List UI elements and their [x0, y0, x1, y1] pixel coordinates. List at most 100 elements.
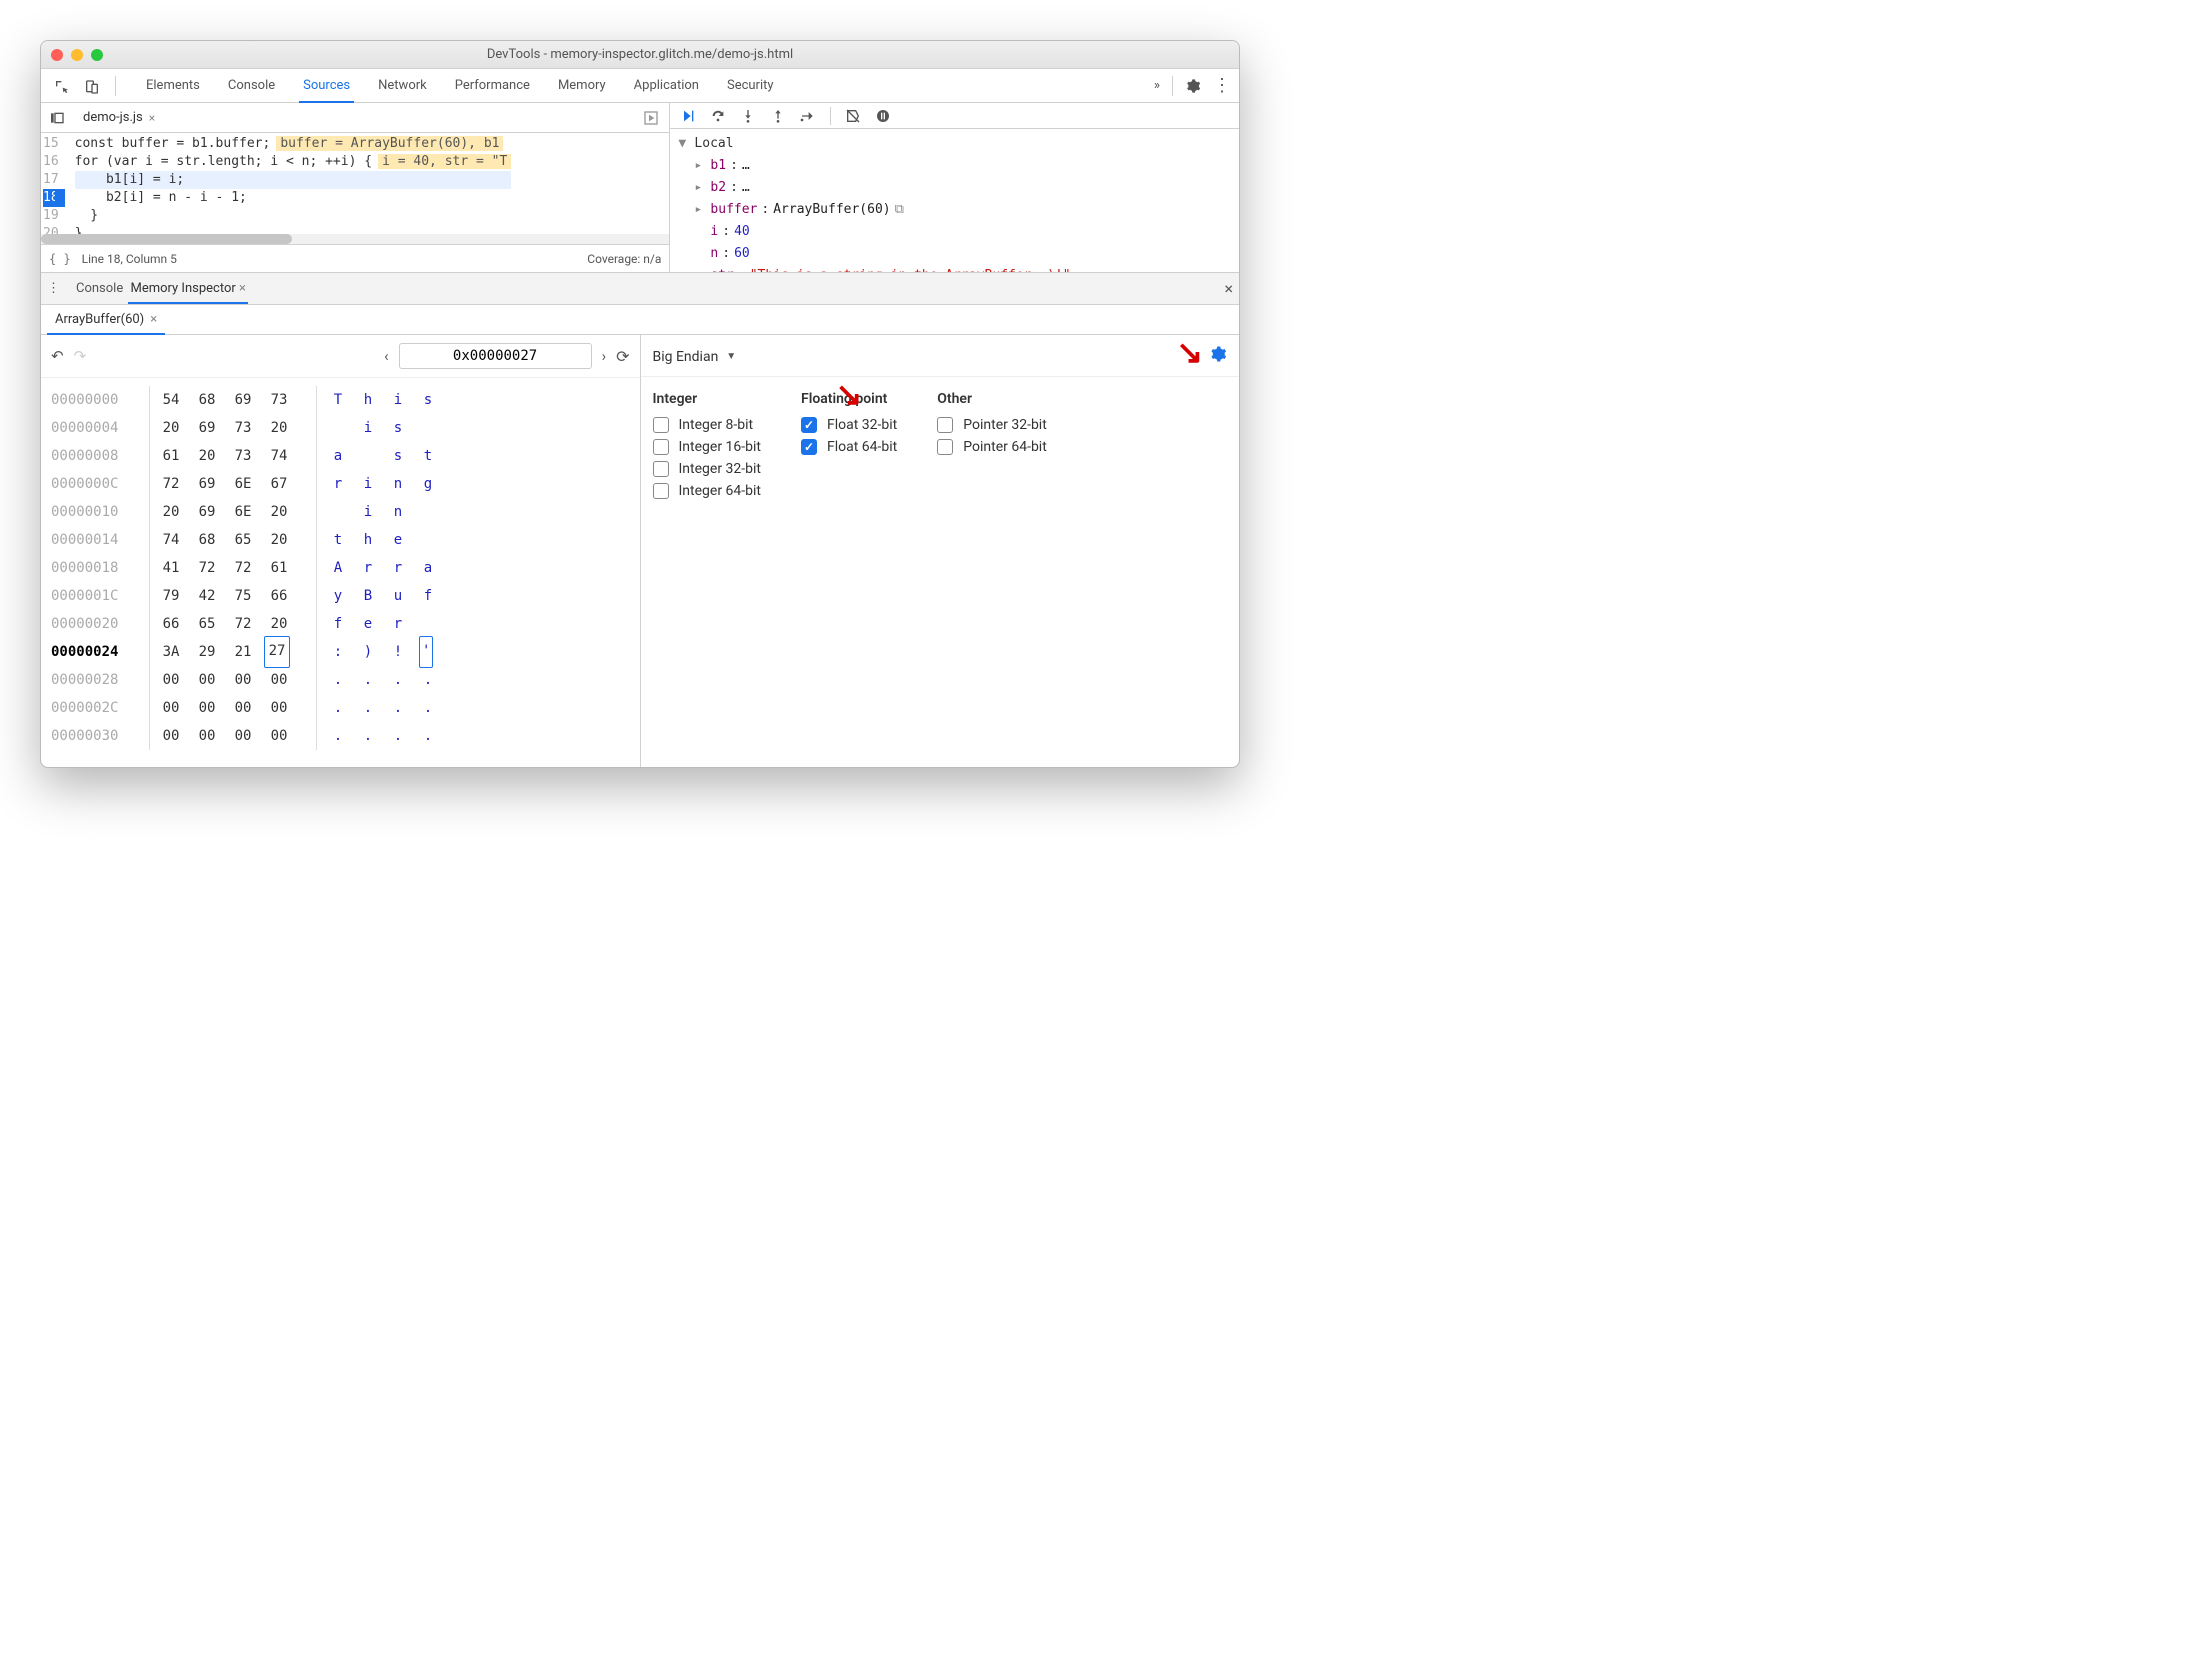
scope-var-b2[interactable]: ▸b2: …: [678, 177, 1239, 199]
panel-tab-application[interactable]: Application: [630, 70, 703, 102]
close-tab-icon[interactable]: ×: [149, 111, 155, 125]
panel-tab-console[interactable]: Console: [224, 70, 279, 102]
hex-row[interactable]: 0000001474686520the: [51, 526, 630, 554]
panel-tab-security[interactable]: Security: [723, 70, 778, 102]
settings-gear-icon[interactable]: [1185, 78, 1201, 94]
address-input[interactable]: [399, 343, 592, 369]
resume-script-icon[interactable]: [680, 108, 696, 124]
scope-variables[interactable]: ▼Local▸b1: …▸b2: …▸buffer: ArrayBuffer(6…: [670, 129, 1239, 272]
value-type-integer-16-bit[interactable]: Integer 16-bit: [653, 439, 762, 455]
pretty-print-icon[interactable]: { }: [49, 252, 71, 266]
overflow-panels-icon[interactable]: »: [1154, 78, 1160, 93]
memory-inspector-body: ↶ ↷ ‹ › ⟳ 0000000054686973This0000000420…: [41, 335, 1239, 767]
hex-row[interactable]: 000000243A292127:)!': [51, 638, 630, 666]
step-over-icon[interactable]: [710, 108, 726, 124]
checkbox-icon[interactable]: [937, 439, 953, 455]
value-interpreter-panel: ↘ Big Endian ▼ ↘ IntegerInteger 8-bitInt…: [641, 335, 1240, 767]
memory-inspector-buffer-tab[interactable]: ArrayBuffer(60) ×: [47, 306, 165, 335]
annotation-arrow-gear: ↘: [1176, 333, 1203, 371]
file-tab-label: demo-js.js: [83, 110, 143, 125]
scope-var-b1[interactable]: ▸b1: …: [678, 155, 1239, 177]
value-types-gear-icon[interactable]: [1209, 345, 1227, 368]
hex-row[interactable]: 0000001020696E20 in: [51, 498, 630, 526]
minimize-window-button[interactable]: [71, 49, 83, 61]
value-type-integer-8-bit[interactable]: Integer 8-bit: [653, 417, 762, 433]
hex-row[interactable]: 0000002066657220fer: [51, 610, 630, 638]
window-title: DevTools - memory-inspector.glitch.me/de…: [487, 47, 793, 62]
checkbox-icon[interactable]: [653, 483, 669, 499]
devtools-window: DevTools - memory-inspector.glitch.me/de…: [40, 40, 1240, 768]
value-type-pointer-32-bit[interactable]: Pointer 32-bit: [937, 417, 1047, 433]
hex-row[interactable]: 0000002C00000000....: [51, 694, 630, 722]
hex-row[interactable]: 0000000420697320 is: [51, 414, 630, 442]
checkbox-icon[interactable]: [653, 439, 669, 455]
drawer-tabbar: ⋮ Console Memory Inspector × ×: [41, 273, 1239, 305]
history-forward-icon[interactable]: ↷: [74, 347, 87, 365]
step-into-icon[interactable]: [740, 108, 756, 124]
value-type-settings: IntegerInteger 8-bitInteger 16-bitIntege…: [641, 377, 1240, 519]
file-navigator-icon[interactable]: [45, 110, 69, 126]
hex-row[interactable]: 0000000054686973This: [51, 386, 630, 414]
drawer-tab-console[interactable]: Console: [74, 275, 125, 302]
panel-tab-sources[interactable]: Sources: [299, 70, 354, 103]
hex-row[interactable]: 0000000C72696E67ring: [51, 470, 630, 498]
panel-tab-performance[interactable]: Performance: [451, 70, 534, 102]
memory-hex-panel: ↶ ↷ ‹ › ⟳ 0000000054686973This0000000420…: [41, 335, 641, 767]
titlebar: DevTools - memory-inspector.glitch.me/de…: [41, 41, 1239, 69]
editor-file-tab[interactable]: demo-js.js ×: [75, 106, 163, 129]
address-next-icon[interactable]: ›: [602, 347, 607, 365]
close-drawer-icon[interactable]: ×: [1224, 279, 1233, 298]
scope-var-buffer[interactable]: ▸buffer: ArrayBuffer(60) ⧉: [678, 199, 1239, 221]
panel-tab-memory[interactable]: Memory: [554, 70, 610, 102]
scope-var-str[interactable]: str: "This is a string in the ArrayBuffe…: [678, 265, 1239, 272]
panel-tab-elements[interactable]: Elements: [142, 70, 204, 102]
editor-pane: demo-js.js × 15161718192021 const buffer…: [41, 103, 670, 272]
value-type-float-32-bit[interactable]: Float 32-bit: [801, 417, 897, 433]
address-prev-icon[interactable]: ‹: [384, 347, 389, 365]
deactivate-breakpoints-icon[interactable]: [845, 108, 861, 124]
inspect-element-icon[interactable]: [49, 76, 75, 94]
settings-group-other: OtherPointer 32-bitPointer 64-bit: [937, 391, 1047, 505]
device-toolbar-icon[interactable]: [79, 76, 105, 94]
memory-inspector-tabbar: ArrayBuffer(60) ×: [41, 305, 1239, 335]
hex-row[interactable]: 0000001C79427566yBuf: [51, 582, 630, 610]
step-icon[interactable]: [800, 108, 816, 124]
hex-row[interactable]: 0000002800000000....: [51, 666, 630, 694]
checkbox-icon[interactable]: [653, 461, 669, 477]
address-navigation-row: ↶ ↷ ‹ › ⟳: [41, 335, 640, 378]
value-type-integer-32-bit[interactable]: Integer 32-bit: [653, 461, 762, 477]
checkbox-icon[interactable]: [937, 417, 953, 433]
drawer-tab-memory-inspector[interactable]: Memory Inspector ×: [128, 275, 248, 304]
drawer-kebab-icon[interactable]: ⋮: [47, 281, 60, 296]
kebab-menu-icon[interactable]: ⋮: [1213, 75, 1231, 96]
pause-exceptions-icon[interactable]: [875, 108, 891, 124]
zoom-window-button[interactable]: [91, 49, 103, 61]
checkbox-icon[interactable]: [801, 439, 817, 455]
value-type-float-64-bit[interactable]: Float 64-bit: [801, 439, 897, 455]
debugger-sidebar: ▼Local▸b1: …▸b2: …▸buffer: ArrayBuffer(6…: [670, 103, 1239, 272]
editor-statusbar: { } Line 18, Column 5 Coverage: n/a: [41, 244, 669, 272]
scope-var-n[interactable]: n: 60: [678, 243, 1239, 265]
panel-tab-network[interactable]: Network: [374, 70, 431, 102]
checkbox-icon[interactable]: [801, 417, 817, 433]
coverage-status: Coverage: n/a: [587, 252, 661, 266]
close-buffer-tab-icon[interactable]: ×: [150, 312, 157, 327]
hex-row[interactable]: 0000003000000000....: [51, 722, 630, 750]
hex-row[interactable]: 0000001841727261Arra: [51, 554, 630, 582]
history-back-icon[interactable]: ↶: [51, 347, 64, 365]
value-type-integer-64-bit[interactable]: Integer 64-bit: [653, 483, 762, 499]
run-snippet-icon[interactable]: [637, 110, 665, 126]
hex-row[interactable]: 0000000861207374a st: [51, 442, 630, 470]
value-type-pointer-64-bit[interactable]: Pointer 64-bit: [937, 439, 1047, 455]
checkbox-icon[interactable]: [653, 417, 669, 433]
hex-grid[interactable]: 0000000054686973This0000000420697320 is …: [41, 378, 640, 758]
close-window-button[interactable]: [51, 49, 63, 61]
editor-hscrollbar[interactable]: [41, 234, 669, 244]
refresh-memory-icon[interactable]: ⟳: [616, 347, 629, 366]
settings-group-integer: IntegerInteger 8-bitInteger 16-bitIntege…: [653, 391, 762, 505]
code-editor[interactable]: 15161718192021 const buffer = b1.buffer;…: [41, 133, 669, 234]
step-out-icon[interactable]: [770, 108, 786, 124]
scope-var-i[interactable]: i: 40: [678, 221, 1239, 243]
endianness-selector[interactable]: Big Endian ▼: [653, 349, 737, 365]
debugger-controls: [670, 103, 1239, 129]
